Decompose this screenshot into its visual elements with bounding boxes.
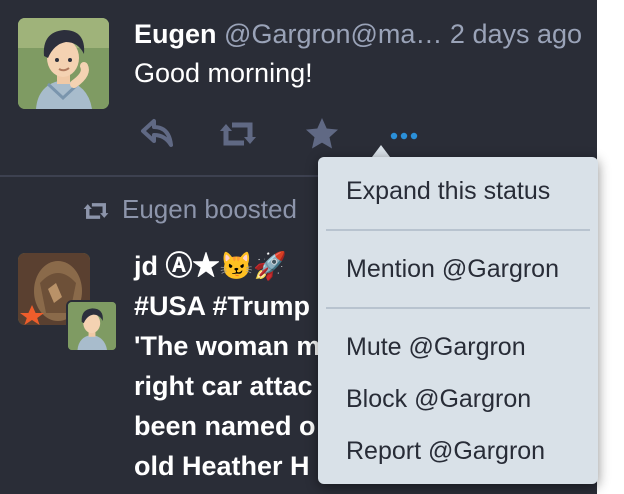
account-handle[interactable]: @Gargron@ma… (224, 19, 442, 49)
status-content-line: right car attac (134, 371, 313, 401)
boost-button[interactable] (218, 114, 258, 154)
relative-time[interactable]: 2 days ago (450, 19, 582, 49)
reply-icon (141, 119, 173, 147)
boost-small-icon (83, 203, 109, 220)
boost-label[interactable]: Eugen boosted (122, 194, 297, 224)
menu-item-mute[interactable]: Mute @Gargron (346, 331, 526, 363)
status-content-line: old Heather H (134, 451, 310, 481)
status-content-line: been named o (134, 411, 316, 441)
status-header: Eugen @Gargron@ma… 2 days ago (134, 18, 594, 50)
reply-button[interactable] (137, 114, 177, 154)
menu-item-block[interactable]: Block @Gargron (346, 383, 531, 415)
status-content: Good morning! (134, 58, 313, 88)
favourite-icon (306, 118, 338, 149)
avatar[interactable] (18, 18, 109, 109)
display-name[interactable]: Eugen (134, 19, 217, 49)
menu-divider (326, 307, 590, 309)
status-dropdown-menu: Expand this status Mention @Gargron Mute… (318, 157, 598, 484)
status-content-line: 'The woman m (134, 331, 321, 361)
favourite-button[interactable] (302, 114, 342, 154)
more-icon (390, 132, 418, 140)
avatar-image-icon (68, 302, 116, 350)
avatar-image-icon (18, 18, 109, 109)
display-name[interactable]: jd Ⓐ★😼🚀 (134, 250, 287, 282)
boost-prepend: Eugen boosted (82, 192, 297, 226)
more-button[interactable] (384, 114, 424, 154)
booster-avatar[interactable] (66, 300, 118, 352)
menu-divider (326, 229, 590, 231)
menu-item-mention[interactable]: Mention @Gargron (346, 253, 559, 285)
dropdown-arrow (372, 145, 390, 157)
menu-item-expand[interactable]: Expand this status (346, 175, 550, 207)
status-item[interactable]: Eugen @Gargron@ma… 2 days ago Good morni… (0, 0, 597, 176)
hashtags[interactable]: #USA #Trump (134, 290, 310, 322)
boost-icon (220, 122, 256, 146)
menu-item-report[interactable]: Report @Gargron (346, 435, 545, 467)
